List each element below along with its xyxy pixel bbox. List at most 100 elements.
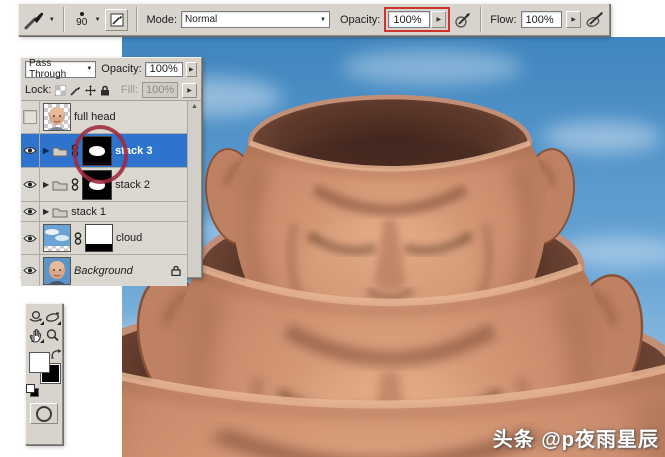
opacity-spinner-button[interactable]: ▶ bbox=[431, 11, 447, 28]
spinner-right-icon: ▶ bbox=[189, 66, 194, 73]
layer-mask-thumbnail[interactable] bbox=[82, 135, 113, 166]
layer-thumbnail[interactable] bbox=[43, 103, 71, 131]
options-bar: ▼ 90 ▼ Mode: Normal ▼ Opacity: 100% ▶ Fl… bbox=[18, 3, 610, 36]
scroll-up-icon[interactable]: ▲ bbox=[191, 103, 198, 277]
toggle-brushes-panel-button[interactable] bbox=[104, 8, 129, 31]
mask-link-icon[interactable] bbox=[71, 178, 79, 191]
flyout-triangle-icon bbox=[39, 321, 44, 325]
visibility-toggle[interactable] bbox=[21, 134, 40, 167]
layer-name: stack 3 bbox=[115, 144, 153, 157]
eye-icon bbox=[23, 234, 37, 242]
divider bbox=[62, 7, 65, 32]
brush-tip-dot-icon bbox=[79, 11, 84, 16]
divider bbox=[136, 7, 139, 32]
spinner-right-icon: ▶ bbox=[571, 17, 577, 23]
flow-field[interactable]: 100% bbox=[520, 11, 563, 28]
zoom-tool[interactable] bbox=[45, 327, 61, 344]
opacity-label: Opacity: bbox=[340, 13, 381, 26]
flow-value: 100% bbox=[525, 13, 554, 26]
opacity-value: 100% bbox=[393, 13, 422, 26]
divider bbox=[480, 7, 483, 32]
mask-blob bbox=[89, 145, 106, 156]
fill-label: Fill: bbox=[120, 84, 138, 96]
swap-colors-icon[interactable] bbox=[50, 348, 62, 359]
nested-heads-artwork bbox=[122, 37, 665, 457]
fill-spinner: ▶ bbox=[182, 82, 197, 98]
visibility-toggle[interactable] bbox=[21, 168, 40, 201]
brush-size-caret-icon[interactable]: ▼ bbox=[95, 17, 101, 23]
folder-icon bbox=[52, 208, 68, 217]
visibility-toggle[interactable] bbox=[21, 202, 40, 221]
magnifier-icon bbox=[46, 329, 59, 342]
lock-position-move-icon[interactable] bbox=[85, 84, 97, 96]
expand-group-icon[interactable]: ▶ bbox=[43, 146, 49, 155]
lock-all-padlock-icon[interactable] bbox=[100, 85, 110, 96]
orbit-3d-tool[interactable] bbox=[45, 309, 61, 326]
watermark-text: 头条 @p夜雨星辰 bbox=[492, 429, 659, 451]
mask-link-icon[interactable] bbox=[74, 231, 82, 245]
layer-row-cloud[interactable]: cloud bbox=[21, 222, 187, 255]
blend-mode-value: Pass Through bbox=[29, 58, 67, 80]
layers-opacity-field[interactable]: 100% bbox=[144, 61, 183, 77]
layer-name: cloud bbox=[116, 232, 143, 244]
brush-tool-icon[interactable] bbox=[23, 10, 45, 30]
airbrush-icon[interactable] bbox=[454, 11, 472, 29]
lock-transparency-icon[interactable] bbox=[55, 84, 67, 96]
layer-row-stack-1[interactable]: ▶ stack 1 bbox=[21, 202, 187, 222]
mini-white-swatch bbox=[26, 384, 35, 393]
hand-tool[interactable] bbox=[28, 327, 44, 344]
spinner-right-icon: ▶ bbox=[187, 87, 192, 94]
mask-black-area bbox=[86, 244, 112, 251]
flow-spinner-button[interactable]: ▶ bbox=[566, 11, 582, 28]
flyout-triangle-icon bbox=[56, 321, 61, 325]
layer-thumbnail[interactable] bbox=[43, 224, 71, 252]
layers-opacity-spinner[interactable]: ▶ bbox=[185, 61, 197, 77]
layer-thumbnail[interactable] bbox=[43, 256, 71, 285]
eye-off-well bbox=[23, 110, 37, 124]
foreground-color-swatch[interactable] bbox=[29, 352, 50, 373]
layer-name: stack 1 bbox=[71, 205, 107, 218]
eye-icon bbox=[23, 147, 37, 154]
layer-mask-thumbnail[interactable] bbox=[82, 169, 113, 200]
layer-blend-mode-dropdown[interactable]: Pass Through ▼ bbox=[25, 58, 97, 80]
layers-panel: Pass Through ▼ Opacity: 100% ▶ Lock: Fil… bbox=[20, 57, 202, 286]
mode-label: Mode: bbox=[146, 13, 178, 26]
quick-mask-mode-button[interactable] bbox=[30, 403, 58, 424]
layers-panel-header: Pass Through ▼ Opacity: 100% ▶ bbox=[21, 58, 201, 80]
flyout-triangle-icon bbox=[39, 339, 44, 343]
rotate-3d-tool[interactable] bbox=[28, 309, 44, 326]
default-colors-icon[interactable] bbox=[26, 384, 39, 397]
layer-row-stack-2[interactable]: ▶ stack 2 bbox=[21, 168, 187, 202]
brush-size-preset[interactable]: 90 bbox=[73, 11, 91, 28]
layers-scrollbar[interactable]: ▲ bbox=[187, 101, 201, 277]
mask-link-icon[interactable] bbox=[71, 144, 79, 157]
expand-group-icon[interactable]: ▶ bbox=[43, 180, 49, 189]
folder-icon bbox=[52, 181, 68, 190]
layer-row-full-head[interactable]: full head bbox=[21, 101, 187, 134]
photoshop-screenshot: 头条 @p夜雨星辰 ▼ 90 ▼ Mode: Normal ▼ Opacity: bbox=[0, 0, 665, 457]
layer-row-background[interactable]: Background bbox=[21, 255, 187, 286]
document-canvas[interactable]: 头条 @p夜雨星辰 bbox=[122, 37, 665, 457]
visibility-toggle[interactable] bbox=[21, 222, 40, 254]
expand-group-icon[interactable]: ▶ bbox=[43, 207, 49, 216]
background-thumbnail-image bbox=[44, 257, 70, 284]
lock-pixels-brush-icon[interactable] bbox=[70, 85, 81, 96]
spinner-right-icon: ▶ bbox=[436, 17, 442, 23]
caret-down-icon: ▼ bbox=[86, 66, 93, 72]
background-lock-icon bbox=[171, 265, 181, 276]
head-thumbnail-image bbox=[49, 107, 65, 130]
opacity-highlight-annotation: 100% ▶ bbox=[384, 7, 451, 32]
cloud-thumbnail-image bbox=[44, 225, 70, 251]
visibility-toggle[interactable] bbox=[21, 101, 40, 133]
eye-icon bbox=[23, 267, 37, 274]
brush-size-value: 90 bbox=[76, 16, 88, 28]
blend-mode-dropdown[interactable]: Normal ▼ bbox=[181, 11, 330, 28]
airbrush-toggle-icon[interactable] bbox=[585, 11, 605, 29]
layer-row-stack-3[interactable]: ▶ stack 3 bbox=[21, 134, 187, 168]
opacity-field[interactable]: 100% bbox=[388, 11, 431, 28]
brush-preset-caret-icon[interactable]: ▼ bbox=[49, 17, 55, 23]
visibility-toggle[interactable] bbox=[21, 255, 40, 286]
layer-mask-thumbnail[interactable] bbox=[85, 224, 113, 252]
layer-name: Background bbox=[74, 264, 133, 277]
eye-icon bbox=[23, 208, 37, 215]
